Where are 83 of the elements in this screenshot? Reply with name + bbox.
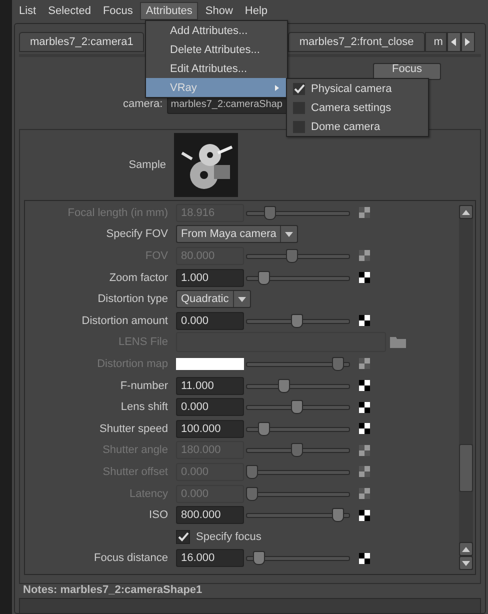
attribute-label: F-number: [119, 380, 169, 392]
scroll-left-button[interactable]: [446, 32, 461, 52]
scroll-down-button[interactable]: [459, 556, 473, 570]
slider-thumb[interactable]: [253, 551, 266, 566]
menu-item[interactable]: Help: [240, 3, 273, 19]
color-swatch[interactable]: [176, 358, 244, 370]
slider-track[interactable]: [246, 204, 350, 221]
map-button-icon[interactable]: [359, 380, 370, 392]
slider-thumb[interactable]: [258, 270, 270, 285]
checkbox[interactable]: [176, 530, 190, 544]
slider-thumb[interactable]: [332, 508, 344, 522]
attribute-label: Distortion type: [96, 293, 169, 306]
menu-item[interactable]: Camera settings: [287, 98, 428, 117]
map-button-icon[interactable]: [359, 510, 370, 521]
map-button-icon[interactable]: [359, 272, 370, 284]
attribute-label: Distortion amount: [80, 314, 169, 327]
menu-item[interactable]: Focus: [98, 3, 138, 19]
dropdown[interactable]: From Maya camera: [176, 225, 298, 244]
slider-track[interactable]: [246, 486, 350, 502]
sample-label: Sample: [128, 159, 166, 171]
notes-label: Notes: marbles7_2:cameraShape1: [23, 584, 204, 596]
slider-track[interactable]: [246, 356, 350, 372]
scroll-right-button[interactable]: [460, 32, 475, 52]
slider-track[interactable]: [246, 399, 350, 416]
map-button-icon[interactable]: [359, 552, 370, 564]
swatch-preview-drawing: [174, 133, 238, 197]
value-field[interactable]: 0.000: [176, 312, 244, 330]
menu-item[interactable]: Add Attributes...: [146, 21, 287, 40]
scrollbar-thumb[interactable]: [459, 444, 473, 492]
menu-item[interactable]: Physical camera: [287, 79, 428, 98]
notes-field[interactable]: [19, 598, 481, 613]
map-button-icon[interactable]: [359, 423, 370, 434]
slider-track[interactable]: [246, 378, 350, 394]
right-arrow-icon: [465, 38, 470, 46]
caret-icon: [238, 296, 246, 302]
tab[interactable]: marbles7_2:front_close: [288, 32, 425, 52]
caret-icon: [285, 232, 294, 237]
slider-track[interactable]: [246, 270, 350, 286]
focus-button[interactable]: Focus: [373, 63, 441, 80]
slider-track[interactable]: [246, 248, 350, 264]
dropdown[interactable]: Quadratic: [176, 290, 251, 308]
attribute-label: Shutter speed: [98, 422, 169, 435]
scroll-up-button[interactable]: [459, 205, 473, 219]
attribute-label: Specify FOV: [105, 228, 169, 240]
attribute-label: Focus distance: [93, 552, 169, 564]
value-field[interactable]: 100.000: [176, 420, 244, 438]
value-field[interactable]: 0.000: [176, 398, 244, 416]
slider-track[interactable]: [246, 464, 350, 480]
slider-track[interactable]: [246, 442, 350, 458]
attribute-label: ISO: [148, 509, 169, 522]
checkbox-label: Specify focus: [196, 530, 262, 543]
slider-track[interactable]: [246, 507, 350, 524]
down-arrow-icon: [462, 560, 470, 566]
folder-icon[interactable]: [390, 336, 406, 348]
attribute-label: Zoom factor: [108, 272, 169, 284]
menu-item[interactable]: Selected: [43, 3, 96, 19]
scroll-up-button[interactable]: [459, 542, 473, 556]
menu-item[interactable]: Show: [200, 3, 238, 19]
menu-item[interactable]: List: [14, 3, 42, 19]
slider-track[interactable]: [246, 312, 350, 329]
slider-thumb[interactable]: [291, 400, 304, 414]
value-field[interactable]: 11.000: [176, 376, 244, 395]
menu-item[interactable]: Attributes: [140, 2, 198, 20]
left-arrow-icon: [451, 38, 456, 46]
up-arrow-icon: [462, 546, 470, 552]
slider-track[interactable]: [246, 550, 350, 566]
tab[interactable]: m: [424, 32, 447, 52]
menu-item[interactable]: Delete Attributes...: [146, 40, 287, 59]
slider-track[interactable]: [246, 420, 350, 437]
menu-item[interactable]: Dome camera: [287, 117, 428, 136]
map-button-icon[interactable]: [359, 315, 370, 326]
camera-label: camera:: [123, 98, 163, 110]
map-button-icon[interactable]: [359, 402, 370, 413]
attribute-label: Lens shift: [120, 401, 169, 414]
tab[interactable]: marbles7_2:camera1: [19, 32, 144, 52]
value-field[interactable]: 16.000: [176, 549, 244, 568]
up-arrow-icon: [462, 210, 470, 214]
slider-thumb[interactable]: [258, 422, 270, 436]
value-field[interactable]: 1.000: [176, 268, 244, 287]
slider-thumb[interactable]: [278, 378, 290, 393]
slider-thumb[interactable]: [291, 314, 304, 328]
value-field[interactable]: 800.000: [176, 506, 244, 524]
menu-item[interactable]: Edit Attributes...: [146, 59, 287, 78]
